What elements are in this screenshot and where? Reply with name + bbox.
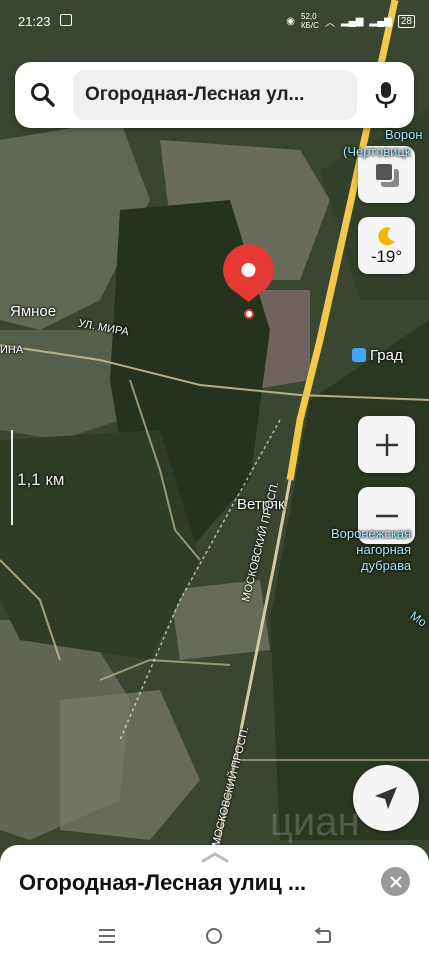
weather-widget[interactable]: -19°	[358, 217, 415, 274]
map-view[interactable]: 21:23 ◉ 52,0 КБ/С ︿ ▂▄▆ ▂▄▆ 28 Огородная…	[0, 0, 429, 960]
status-time: 21:23	[18, 14, 51, 29]
signal-2-icon: ▂▄▆	[369, 15, 392, 27]
battery-icon: 28	[397, 14, 415, 28]
search-bar[interactable]: Огородная-Лесная ул...	[15, 62, 414, 128]
sheet-title: Огородная-Лесная улиц ...	[19, 870, 307, 895]
dubrava-line-2: нагорная	[356, 542, 412, 557]
dubrava-line-1: Воронежская	[331, 526, 412, 541]
minus-icon	[375, 514, 398, 517]
place-label-yamnoe[interactable]: Ямное	[10, 303, 56, 320]
moon-icon	[377, 226, 395, 245]
place-label-voron: Ворон	[385, 127, 423, 142]
temperature: -19°	[370, 246, 403, 266]
poi-grad-label: Град	[370, 347, 403, 364]
back-icon[interactable]	[312, 927, 332, 945]
close-button[interactable]	[381, 867, 410, 896]
status-bar: 21:23 ◉ 52,0 КБ/С ︿ ▂▄▆ ▂▄▆ 28	[0, 0, 429, 44]
layers-icon	[373, 161, 399, 187]
microphone-icon[interactable]	[375, 81, 397, 109]
shopping-bag-icon	[352, 348, 366, 362]
place-label-chertovitsk: (Чертовицк	[343, 144, 411, 159]
map-scale-label: 1,1 км	[17, 470, 65, 489]
street-label-ina: ина	[0, 344, 24, 356]
battery-level: 28	[400, 15, 412, 27]
recent-apps-icon[interactable]	[97, 927, 117, 945]
location-icon: ◉	[286, 15, 296, 27]
notification-icon	[60, 14, 72, 26]
signal-icon: ▂▄▆	[340, 15, 364, 27]
system-nav-bar	[0, 910, 429, 960]
close-icon	[389, 875, 402, 888]
home-icon[interactable]	[205, 927, 223, 945]
status-icons: ◉ 52,0 КБ/С ︿ ▂▄▆ ▂▄▆ 28	[286, 12, 415, 30]
dubrava-line-3: дубрава	[360, 558, 412, 573]
search-query: Огородная-Лесная ул...	[85, 84, 305, 105]
place-label-dubrava[interactable]: Воронежская нагорная дубрава	[331, 526, 411, 574]
sheet-handle-icon[interactable]	[201, 851, 229, 863]
plus-icon	[375, 433, 398, 456]
poi-grad[interactable]: Град	[352, 347, 403, 364]
net-speed: 52,0 КБ/С	[301, 12, 319, 30]
zoom-in-button[interactable]	[358, 416, 415, 473]
location-pin-icon[interactable]	[220, 242, 277, 304]
my-location-button[interactable]	[353, 765, 419, 831]
navigation-arrow-icon	[375, 787, 397, 809]
watermark-cian: циан	[270, 800, 360, 844]
wifi-icon: ︿	[324, 17, 335, 29]
search-input[interactable]: Огородная-Лесная ул...	[73, 70, 357, 120]
search-icon[interactable]	[30, 82, 56, 108]
